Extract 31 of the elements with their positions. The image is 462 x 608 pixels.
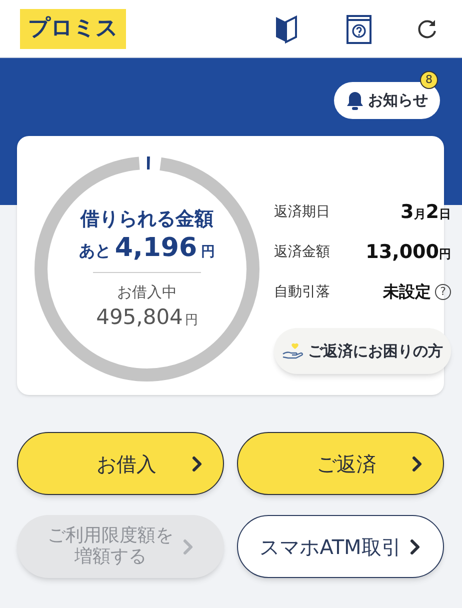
action-button[interactable]: スマホATM取引 xyxy=(237,515,444,578)
borrowed-label: お借入中 xyxy=(117,282,177,304)
hand-heart-icon xyxy=(282,342,304,360)
detail-value: 13,000円 xyxy=(366,240,451,265)
detail-value: 未設定 xyxy=(383,281,431,303)
chevron-icon xyxy=(411,454,423,472)
borrowed-amount: 495,804 xyxy=(96,304,183,330)
action-button[interactable]: ご返済 xyxy=(237,432,444,495)
logo: プロミス xyxy=(20,8,126,48)
borrowed-unit: 円 xyxy=(184,312,198,330)
detail-value: 3月 2 日 xyxy=(400,200,451,225)
notification-count: 8 xyxy=(420,71,438,89)
notification-button[interactable]: お知らせ xyxy=(334,82,440,119)
available-label: 借りられる金額 xyxy=(80,208,214,232)
chevron-icon xyxy=(191,454,203,472)
available-amount: 4,196 xyxy=(114,232,198,264)
repayment-help-button[interactable]: ご返済にお困りの方 xyxy=(274,328,451,374)
action-button[interactable]: お借入 xyxy=(17,432,224,495)
refresh-icon[interactable] xyxy=(416,18,438,40)
bell-icon xyxy=(346,90,364,110)
available-unit: 円 xyxy=(201,242,216,262)
detail-label: 返済金額 xyxy=(274,242,330,262)
chevron-icon xyxy=(409,538,422,556)
chevron-icon xyxy=(182,538,194,556)
beginner-mark-icon[interactable] xyxy=(274,14,298,44)
help-icon[interactable]: ? xyxy=(435,284,451,300)
notification-label: お知らせ xyxy=(368,90,428,112)
available-prefix: あと xyxy=(78,240,111,262)
help-book-icon[interactable] xyxy=(346,12,372,44)
detail-label: 返済期日 xyxy=(274,202,330,222)
detail-label: 自動引落 xyxy=(274,282,330,302)
